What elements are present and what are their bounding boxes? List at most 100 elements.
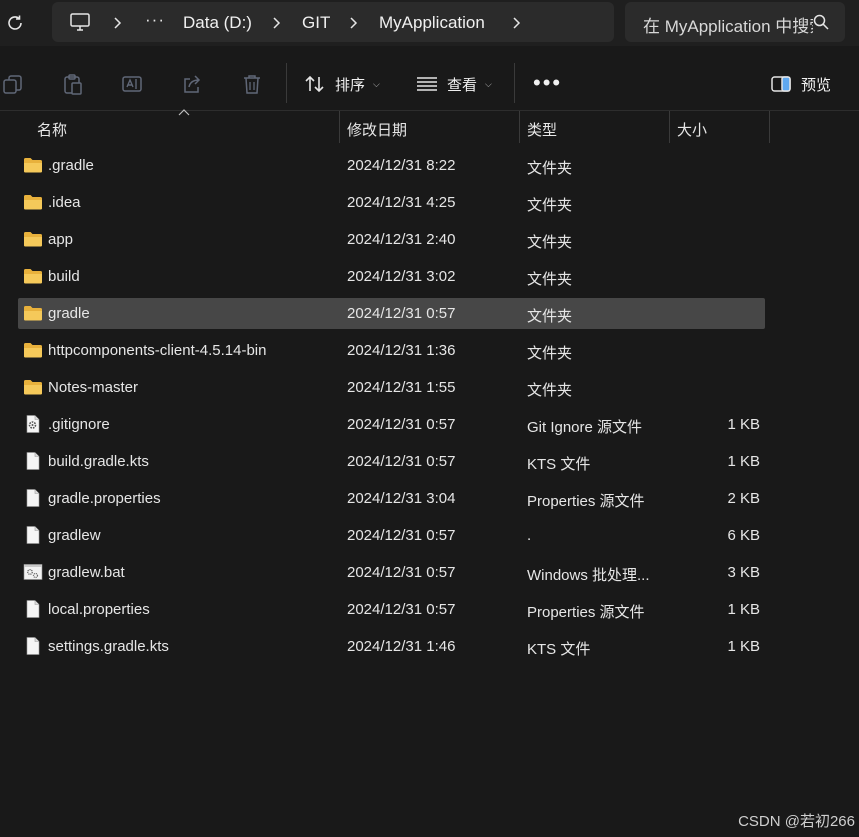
file-name[interactable]: gradlew bbox=[48, 527, 101, 544]
folder-icon bbox=[24, 306, 42, 321]
breadcrumb-item-git[interactable]: GIT bbox=[302, 13, 330, 33]
breadcrumb[interactable]: ··· Data (D:) GIT MyApplication bbox=[52, 2, 614, 42]
delete-icon[interactable] bbox=[241, 73, 263, 95]
file-date: 2024/12/31 3:02 bbox=[347, 268, 456, 285]
file-row[interactable]: gradle 2024/12/31 0:57 文件夹 bbox=[0, 296, 859, 333]
copy-icon[interactable] bbox=[2, 73, 24, 95]
file-name[interactable]: settings.gradle.kts bbox=[48, 638, 169, 655]
file-row[interactable]: .idea 2024/12/31 4:25 文件夹 bbox=[0, 185, 859, 222]
file-row[interactable]: app 2024/12/31 2:40 文件夹 bbox=[0, 222, 859, 259]
file-row[interactable]: build 2024/12/31 3:02 文件夹 bbox=[0, 259, 859, 296]
file-name[interactable]: local.properties bbox=[48, 601, 150, 618]
chevron-down-icon: ⌵ bbox=[485, 78, 492, 89]
folder-icon bbox=[24, 269, 42, 284]
preview-pane-icon bbox=[771, 76, 791, 92]
file-row[interactable]: .gradle 2024/12/31 8:22 文件夹 bbox=[0, 148, 859, 185]
file-name[interactable]: httpcomponents-client-4.5.14-bin bbox=[48, 342, 266, 359]
file-row[interactable]: gradle.properties 2024/12/31 3:04 Properti… bbox=[0, 481, 859, 518]
file-icon bbox=[26, 600, 40, 618]
this-pc-icon[interactable] bbox=[69, 12, 91, 32]
toolbar-divider bbox=[514, 63, 515, 103]
column-divider[interactable] bbox=[769, 111, 770, 143]
folder-icon bbox=[24, 195, 42, 210]
paste-icon[interactable] bbox=[62, 73, 84, 95]
breadcrumb-item-drive[interactable]: Data (D:) bbox=[183, 13, 252, 33]
file-row[interactable]: gradlew 2024/12/31 0:57. 6 KB bbox=[0, 518, 859, 555]
chevron-right-icon[interactable] bbox=[509, 16, 523, 30]
sort-icon bbox=[305, 75, 324, 93]
file-row[interactable]: gradlew.bat 2024/12/31 0:57 Windows 批处理...… bbox=[0, 555, 859, 592]
file-name[interactable]: app bbox=[48, 231, 73, 248]
file-row[interactable]: Notes-master 2024/12/31 1:55 文件夹 bbox=[0, 370, 859, 407]
file-icon bbox=[26, 452, 40, 470]
column-header-type[interactable]: 类型 bbox=[520, 111, 670, 143]
file-name[interactable]: .idea bbox=[48, 194, 81, 211]
file-size: 6 KB bbox=[727, 527, 760, 544]
file-name[interactable]: .gitignore bbox=[48, 416, 110, 433]
file-date: 2024/12/31 0:57 bbox=[347, 305, 456, 322]
rename-icon[interactable] bbox=[121, 73, 143, 95]
chevron-right-icon[interactable] bbox=[346, 16, 360, 30]
column-header-name-label: 名称 bbox=[37, 122, 68, 139]
file-date: 2024/12/31 0:57 bbox=[347, 601, 456, 618]
refresh-icon[interactable] bbox=[4, 12, 26, 34]
file-type: Git Ignore 源文件 bbox=[527, 419, 643, 436]
file-name[interactable]: gradle bbox=[48, 305, 90, 322]
search-input[interactable]: 在 MyApplication 中搜索 bbox=[625, 2, 845, 42]
breadcrumb-overflow[interactable]: ··· bbox=[145, 10, 165, 30]
column-header-type-label: 类型 bbox=[527, 122, 558, 139]
file-size: 1 KB bbox=[727, 453, 760, 470]
sort-button[interactable]: 排序 ⌵ bbox=[304, 74, 380, 94]
file-name[interactable]: Notes-master bbox=[48, 379, 138, 396]
file-type: 文件夹 bbox=[527, 234, 573, 251]
column-header-date[interactable]: 修改日期 bbox=[340, 111, 520, 143]
file-type: KTS 文件 bbox=[527, 456, 591, 473]
file-size: 1 KB bbox=[727, 416, 760, 433]
file-name[interactable]: .gradle bbox=[48, 157, 94, 174]
file-row[interactable]: local.properties 2024/12/31 0:57 Propertie… bbox=[0, 592, 859, 629]
file-icon bbox=[26, 637, 40, 655]
view-label: 查看 bbox=[447, 76, 478, 94]
file-name[interactable]: build.gradle.kts bbox=[48, 453, 149, 470]
share-icon[interactable] bbox=[181, 73, 203, 95]
file-type: . bbox=[527, 527, 532, 544]
file-row[interactable]: .gitignore 2024/12/31 0:57 Git Ignore 源文件 1… bbox=[0, 407, 859, 444]
file-row[interactable]: settings.gradle.kts 2024/12/31 1:46 KTS 文件… bbox=[0, 629, 859, 666]
file-date: 2024/12/31 0:57 bbox=[347, 527, 456, 544]
file-icon bbox=[26, 526, 40, 544]
file-date: 2024/12/31 2:40 bbox=[347, 231, 456, 248]
file-date: 2024/12/31 0:57 bbox=[347, 416, 456, 433]
column-header-size[interactable]: 大小 bbox=[670, 111, 770, 143]
file-row[interactable]: build.gradle.kts 2024/12/31 0:57 KTS 文件 1 K… bbox=[0, 444, 859, 481]
breadcrumb-item-myapplication[interactable]: MyApplication bbox=[379, 13, 485, 33]
file-type: 文件夹 bbox=[527, 382, 573, 399]
chevron-right-icon[interactable] bbox=[110, 16, 124, 30]
file-type: Properties 源文件 bbox=[527, 493, 645, 510]
column-header-name[interactable]: 名称 bbox=[0, 111, 340, 143]
file-type: KTS 文件 bbox=[527, 641, 591, 658]
address-bar: ··· Data (D:) GIT MyApplication 在 MyAppl… bbox=[0, 0, 859, 46]
file-name[interactable]: build bbox=[48, 268, 80, 285]
search-icon[interactable] bbox=[813, 14, 829, 30]
folder-icon bbox=[24, 380, 42, 395]
file-type: Properties 源文件 bbox=[527, 604, 645, 621]
file-type: 文件夹 bbox=[527, 271, 573, 288]
chevron-down-icon: ⌵ bbox=[373, 78, 380, 89]
file-date: 2024/12/31 1:46 bbox=[347, 638, 456, 655]
file-size: 1 KB bbox=[727, 638, 760, 655]
view-button[interactable]: 查看 ⌵ bbox=[416, 74, 492, 94]
chevron-right-icon[interactable] bbox=[269, 16, 283, 30]
more-options-button[interactable]: ••• bbox=[533, 70, 562, 96]
file-date: 2024/12/31 1:36 bbox=[347, 342, 456, 359]
file-date: 2024/12/31 0:57 bbox=[347, 453, 456, 470]
settings-file-icon bbox=[26, 415, 40, 433]
sort-label: 排序 bbox=[335, 76, 366, 94]
file-row[interactable]: httpcomponents-client-4.5.14-bin 2024/12/… bbox=[0, 333, 859, 370]
file-date: 2024/12/31 8:22 bbox=[347, 157, 456, 174]
file-name[interactable]: gradle.properties bbox=[48, 490, 161, 507]
file-name[interactable]: gradlew.bat bbox=[48, 564, 125, 581]
file-date: 2024/12/31 4:25 bbox=[347, 194, 456, 211]
file-type: Windows 批处理... bbox=[527, 567, 650, 584]
search-placeholder: 在 MyApplication 中搜索 bbox=[643, 17, 813, 36]
preview-pane-button[interactable]: 预览 bbox=[770, 74, 831, 94]
